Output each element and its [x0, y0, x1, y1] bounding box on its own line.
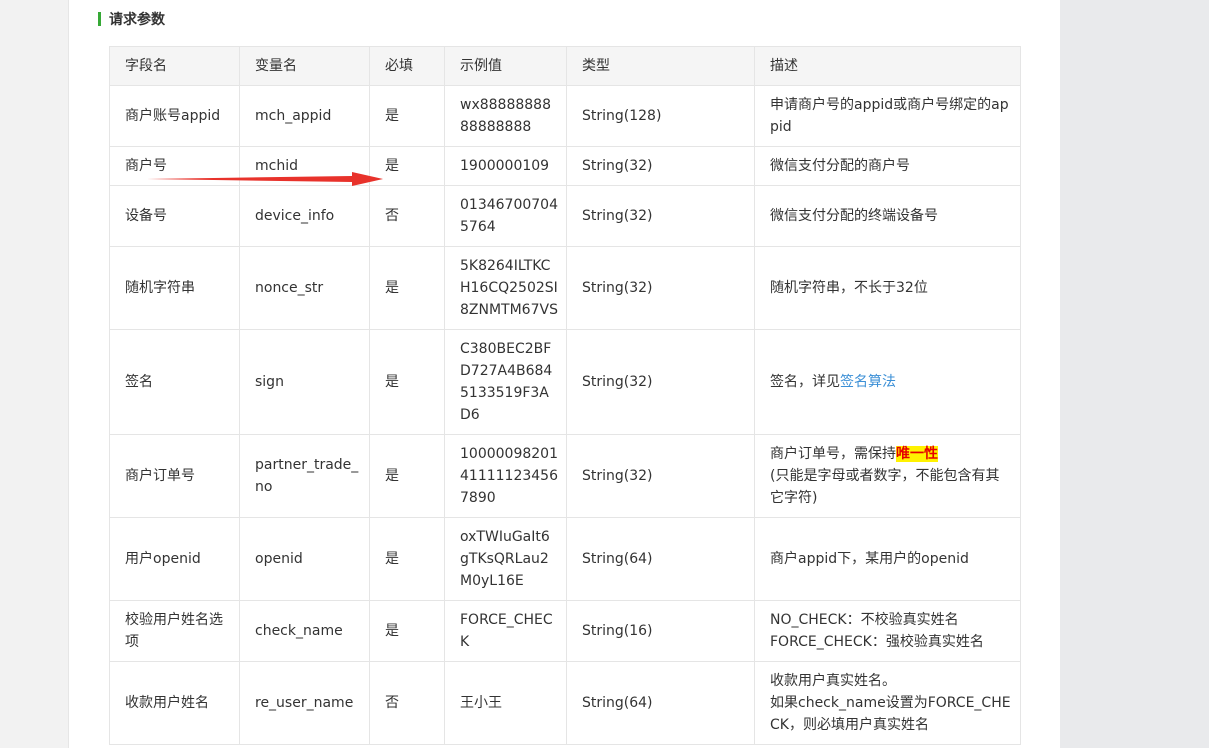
cell-required: 否: [369, 661, 445, 745]
cell-field: 设备号: [109, 185, 240, 247]
cell-type: String(128): [566, 85, 755, 147]
cell-example: 王小王: [444, 661, 567, 745]
desc-line: NO_CHECK：不校验真实姓名: [770, 612, 959, 628]
cell-var: openid: [239, 517, 370, 601]
table-row: 校验用户姓名选项 check_name 是 FORCE_CHECK String…: [109, 600, 1021, 662]
cell-type: String(32): [566, 246, 755, 330]
request-params-table: 字段名 变量名 必填 示例值 类型 描述 商户账号appid mch_appid…: [109, 46, 1021, 745]
uniqueness-highlight: 唯一性: [896, 446, 938, 462]
cell-field: 商户账号appid: [109, 85, 240, 147]
header-example: 示例值: [444, 46, 567, 86]
cell-desc: 随机字符串，不长于32位: [754, 246, 1021, 330]
cell-type: String(64): [566, 517, 755, 601]
cell-required: 是: [369, 246, 445, 330]
cell-type: String(32): [566, 329, 755, 435]
cell-required: 否: [369, 185, 445, 247]
cell-desc: 商户订单号，需保持唯一性 (只能是字母或者数字，不能包含有其它字符): [754, 434, 1021, 518]
signature-algorithm-link[interactable]: 签名算法: [840, 374, 896, 390]
cell-example: oxTWIuGaIt6gTKsQRLau2M0yL16E: [444, 517, 567, 601]
table-header-row: 字段名 变量名 必填 示例值 类型 描述: [109, 46, 1021, 86]
cell-field: 随机字符串: [109, 246, 240, 330]
cell-example: 5K8264ILTKCH16CQ2502SI8ZNMTM67VS: [444, 246, 567, 330]
cell-field: 商户订单号: [109, 434, 240, 518]
header-description: 描述: [754, 46, 1021, 86]
cell-desc: 商户appid下，某用户的openid: [754, 517, 1021, 601]
table-row: 设备号 device_info 否 013467007045764 String…: [109, 185, 1021, 247]
cell-type: String(32): [566, 434, 755, 518]
cell-required: 是: [369, 434, 445, 518]
cell-type: String(32): [566, 146, 755, 186]
table-row: 商户订单号 partner_trade_no 是 100000982014111…: [109, 434, 1021, 518]
table-row: 用户openid openid 是 oxTWIuGaIt6gTKsQRLau2M…: [109, 517, 1021, 601]
cell-desc: NO_CHECK：不校验真实姓名 FORCE_CHECK：强校验真实姓名: [754, 600, 1021, 662]
table-row: 签名 sign 是 C380BEC2BFD727A4B6845133519F3A…: [109, 329, 1021, 435]
header-required: 必填: [369, 46, 445, 86]
cell-var: mch_appid: [239, 85, 370, 147]
cell-desc: 收款用户真实姓名。如果check_name设置为FORCE_CHECK，则必填用…: [754, 661, 1021, 745]
cell-example: wx8888888888888888: [444, 85, 567, 147]
cell-required: 是: [369, 517, 445, 601]
table-row: 随机字符串 nonce_str 是 5K8264ILTKCH16CQ2502SI…: [109, 246, 1021, 330]
cell-type: String(16): [566, 600, 755, 662]
cell-desc: 申请商户号的appid或商户号绑定的appid: [754, 85, 1021, 147]
cell-desc: 签名，详见签名算法: [754, 329, 1021, 435]
cell-required: 是: [369, 85, 445, 147]
cell-field: 校验用户姓名选项: [109, 600, 240, 662]
cell-required: 是: [369, 600, 445, 662]
table-row: 收款用户姓名 re_user_name 否 王小王 String(64) 收款用…: [109, 661, 1021, 745]
cell-required: 是: [369, 329, 445, 435]
desc-note: (只能是字母或者数字，不能包含有其它字符): [770, 468, 1000, 506]
header-type: 类型: [566, 46, 755, 86]
table-row: 商户账号appid mch_appid 是 wx8888888888888888…: [109, 85, 1021, 147]
arrow-icon: [147, 172, 383, 186]
cell-var: sign: [239, 329, 370, 435]
cell-example: 1900000109: [444, 146, 567, 186]
right-sidebar-background: [1060, 0, 1209, 748]
desc-line: 如果check_name设置为FORCE_CHECK，则必填用户真实姓名: [770, 695, 1011, 733]
section-heading: 请求参数: [98, 10, 165, 28]
section-accent-bar: [98, 12, 101, 26]
cell-example: 10000098201411111234567890: [444, 434, 567, 518]
desc-line: FORCE_CHECK：强校验真实姓名: [770, 634, 984, 650]
desc-text: 签名，详见: [770, 374, 840, 390]
cell-example: C380BEC2BFD727A4B6845133519F3AD6: [444, 329, 567, 435]
cell-var: nonce_str: [239, 246, 370, 330]
cell-var: partner_trade_no: [239, 434, 370, 518]
red-annotation-arrow: [147, 172, 383, 186]
cell-field: 收款用户姓名: [109, 661, 240, 745]
section-title: 请求参数: [109, 12, 165, 28]
cell-desc: 微信支付分配的商户号: [754, 146, 1021, 186]
cell-type: String(64): [566, 661, 755, 745]
cell-field: 签名: [109, 329, 240, 435]
header-field-name: 字段名: [109, 46, 240, 86]
header-variable-name: 变量名: [239, 46, 370, 86]
cell-var: device_info: [239, 185, 370, 247]
cell-example: 013467007045764: [444, 185, 567, 247]
desc-line: 收款用户真实姓名。: [770, 673, 896, 689]
cell-desc: 微信支付分配的终端设备号: [754, 185, 1021, 247]
cell-var: re_user_name: [239, 661, 370, 745]
cell-var: check_name: [239, 600, 370, 662]
cell-example: FORCE_CHECK: [444, 600, 567, 662]
cell-field: 用户openid: [109, 517, 240, 601]
desc-text: 商户订单号，需保持: [770, 446, 896, 462]
cell-type: String(32): [566, 185, 755, 247]
